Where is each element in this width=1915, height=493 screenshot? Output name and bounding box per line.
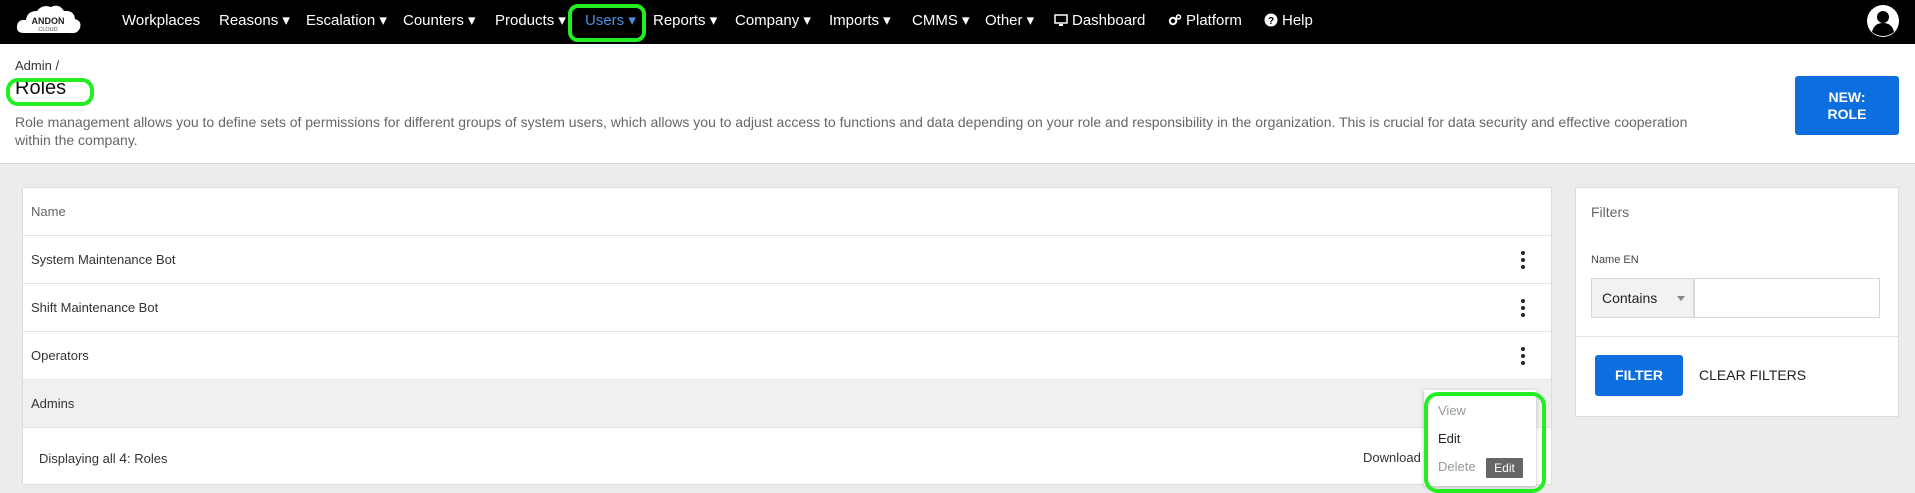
nav-help-label: Help (1282, 12, 1313, 29)
download-link[interactable]: Download (1363, 450, 1421, 465)
filter-field-label: Name EN (1591, 254, 1639, 266)
logo-text-bottom: CLOUD (38, 27, 57, 33)
role-name: Admins (31, 396, 75, 411)
filter-operator-select[interactable]: Contains (1591, 278, 1694, 318)
svg-text:?: ? (1268, 16, 1274, 27)
role-name: Operators (31, 348, 89, 363)
nav-platform-label: Platform (1186, 12, 1242, 29)
top-navbar: ANDON CLOUD Workplaces Reasons ▾ Escalat… (0, 0, 1915, 44)
clear-filters-button[interactable]: CLEAR FILTERS (1699, 367, 1806, 383)
edit-tooltip: Edit (1486, 458, 1523, 478)
table-footer-count: Displaying all 4: Roles (39, 450, 167, 466)
logo-text-top: ANDON (32, 16, 65, 26)
user-avatar-icon[interactable] (1866, 4, 1900, 38)
page-header: Admin / Roles Role management allows you… (0, 44, 1915, 164)
menu-item-view[interactable]: View (1438, 403, 1466, 418)
nav-company[interactable]: Company ▾ (735, 12, 811, 30)
monitor-icon (1054, 14, 1068, 26)
filter-name-input[interactable] (1694, 278, 1880, 318)
nav-dashboard-label: Dashboard (1072, 12, 1146, 29)
role-name: System Maintenance Bot (31, 252, 176, 267)
nav-products[interactable]: Products ▾ (495, 12, 566, 30)
andon-cloud-logo[interactable]: ANDON CLOUD (14, 3, 84, 41)
new-role-button-line1: NEW: (1828, 88, 1866, 105)
caret-down-icon (1677, 296, 1685, 301)
row-actions-kebab-icon[interactable] (1519, 299, 1527, 317)
role-name: Shift Maintenance Bot (31, 300, 159, 315)
question-circle-icon: ? (1264, 13, 1278, 27)
nav-cmms[interactable]: CMMS ▾ (912, 12, 970, 30)
nav-reports[interactable]: Reports ▾ (653, 12, 717, 30)
nav-workplaces[interactable]: Workplaces (122, 12, 200, 30)
nav-platform[interactable]: Platform (1168, 12, 1242, 30)
table-row[interactable]: Operators (23, 332, 1551, 380)
table-header-row: Name (23, 188, 1551, 236)
nav-help[interactable]: ? Help (1264, 12, 1313, 30)
footer-suffix: : Roles (127, 451, 168, 466)
nav-counters[interactable]: Counters ▾ (403, 12, 476, 30)
nav-escalation[interactable]: Escalation ▾ (306, 12, 387, 30)
nav-other[interactable]: Other ▾ (985, 12, 1034, 30)
filter-operator-value: Contains (1602, 290, 1658, 306)
table-row[interactable]: System Maintenance Bot (23, 236, 1551, 284)
footer-count: 4 (119, 450, 128, 466)
page-description: Role management allows you to define set… (15, 114, 1688, 148)
footer-prefix: Displaying all (39, 451, 116, 466)
nav-dashboard[interactable]: Dashboard (1054, 12, 1145, 30)
nav-imports[interactable]: Imports ▾ (829, 12, 891, 30)
column-header-name[interactable]: Name (31, 204, 66, 219)
new-role-button-line2: ROLE (1827, 105, 1867, 122)
menu-item-delete[interactable]: Delete (1438, 459, 1476, 474)
page-title: Roles (15, 77, 67, 99)
gears-icon (1168, 14, 1182, 26)
row-actions-kebab-icon[interactable] (1519, 251, 1527, 269)
roles-table: Name System Maintenance Bot Shift Mainte… (22, 187, 1552, 485)
menu-item-edit[interactable]: Edit (1438, 431, 1460, 446)
table-row[interactable]: Admins (23, 380, 1551, 428)
nav-users[interactable]: Users ▾ (585, 12, 636, 30)
breadcrumb[interactable]: Admin / (15, 58, 59, 73)
filters-panel: Filters Name EN Contains FILTER CLEAR FI… (1575, 187, 1899, 417)
filter-divider (1576, 336, 1898, 337)
filters-title: Filters (1591, 204, 1630, 220)
nav-reasons[interactable]: Reasons ▾ (219, 12, 290, 30)
table-row[interactable]: Shift Maintenance Bot (23, 284, 1551, 332)
new-role-button[interactable]: NEW: ROLE (1795, 76, 1899, 135)
row-actions-kebab-icon[interactable] (1519, 347, 1527, 365)
filter-button[interactable]: FILTER (1595, 355, 1683, 396)
